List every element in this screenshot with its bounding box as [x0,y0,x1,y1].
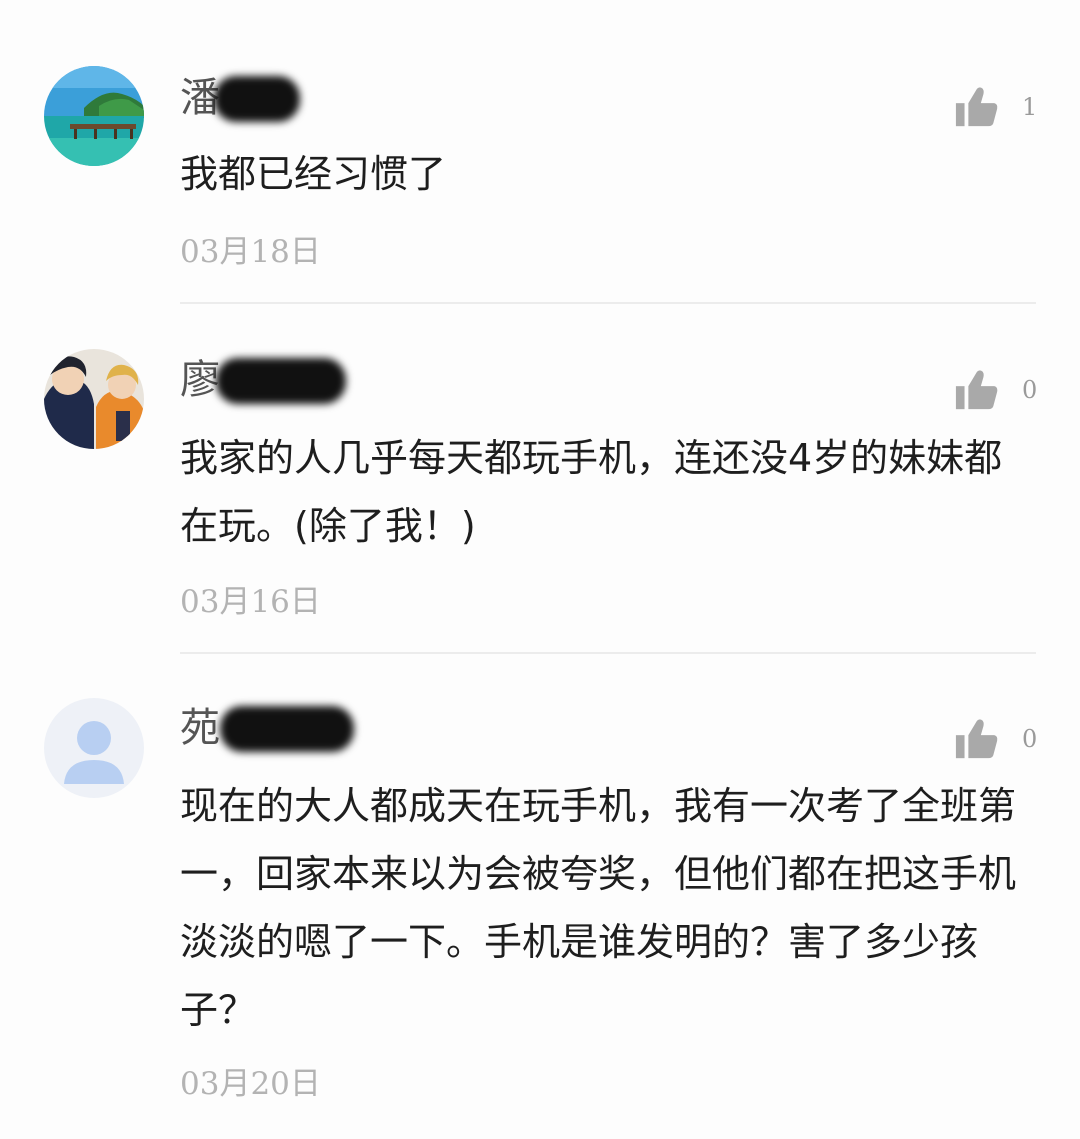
redacted-mark [220,706,354,752]
comment-text: 我都已经习惯了 [180,152,447,196]
comment-text: 我家的人几乎每天都玩手机，连还没4岁的妹妹都在玩。(除了我！) [180,436,1003,548]
default-user-avatar [44,698,144,798]
redacted-mark [214,76,300,122]
anime-characters-avatar [44,349,144,449]
comment-date: 03月20日 [180,1066,321,1102]
like-count: 1 [1022,93,1038,121]
comment-date: 03月18日 [180,234,321,270]
username-text: 廖 [180,357,220,403]
user-avatar[interactable] [44,698,144,798]
like-count: 0 [1022,376,1038,404]
comment-text: 现在的大人都成天在玩手机，我有一次考了全班第一，回家本来以为会被夸奖，但他们都在… [180,784,1017,1032]
comment-date: 03月16日 [180,584,321,620]
like-button[interactable]: 0 [954,367,1038,413]
like-button[interactable]: 0 [954,716,1038,762]
thumbs-up-icon [955,719,998,759]
divider [180,652,1036,654]
thumbs-up-icon [955,370,998,410]
user-avatar[interactable] [44,66,144,166]
redacted-mark [216,358,346,404]
username[interactable]: 潘 [180,70,300,126]
username[interactable]: 廖 [180,352,346,408]
username-text: 苑 [180,705,220,751]
user-avatar[interactable] [44,349,144,449]
like-count: 0 [1022,725,1038,753]
thumbs-up-icon [955,87,998,127]
beach-pier-avatar [44,66,144,166]
divider [180,302,1036,304]
username[interactable]: 苑 [180,700,354,756]
like-button[interactable]: 1 [954,84,1038,130]
